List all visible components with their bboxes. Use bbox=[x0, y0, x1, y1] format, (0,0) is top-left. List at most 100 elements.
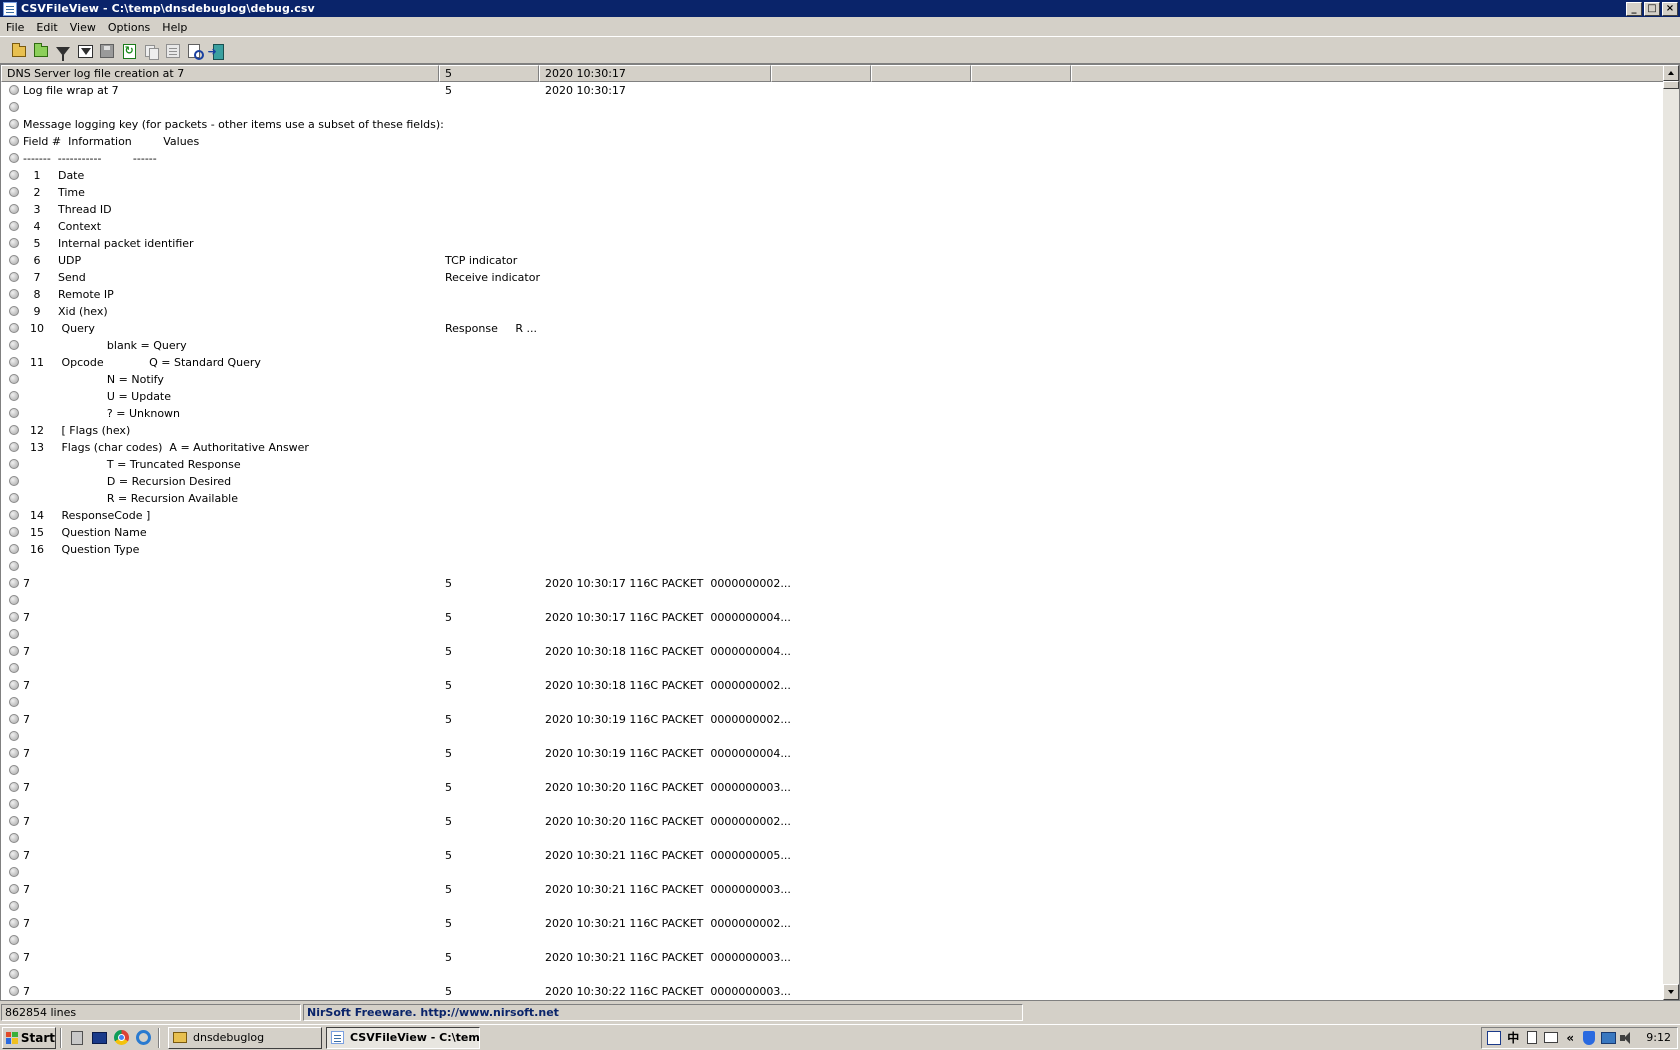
vertical-scrollbar[interactable] bbox=[1663, 65, 1679, 1000]
table-row[interactable]: ------- ----------- ------ bbox=[1, 150, 1665, 167]
table-row[interactable]: 1 Date bbox=[1, 167, 1665, 184]
start-button[interactable]: Start bbox=[2, 1026, 56, 1049]
table-row[interactable]: 7 5 2020 10:30:20 116C PACKET 0000000003..… bbox=[1, 779, 1665, 796]
column-header-2[interactable]: 5 bbox=[439, 65, 539, 82]
table-row[interactable]: 13 Flags (char codes) A = Authoritative … bbox=[1, 439, 1665, 456]
scroll-up-button[interactable] bbox=[1663, 65, 1679, 81]
menu-help[interactable]: Help bbox=[156, 18, 193, 37]
open-file-button[interactable] bbox=[8, 41, 30, 62]
table-row[interactable]: 7 5 2020 10:30:17 116C PACKET 0000000002..… bbox=[1, 575, 1665, 592]
properties-button[interactable] bbox=[162, 41, 184, 62]
table-row[interactable]: 7 5 2020 10:30:18 116C PACKET 0000000002..… bbox=[1, 677, 1665, 694]
table-row[interactable]: Message logging key (for packets - other… bbox=[1, 116, 1665, 133]
keyboard-icon[interactable] bbox=[1543, 1030, 1559, 1046]
table-row[interactable]: U = Update bbox=[1, 388, 1665, 405]
table-row[interactable]: 11 Opcode Q = Standard Query bbox=[1, 354, 1665, 371]
table-row[interactable]: D = Recursion Desired bbox=[1, 473, 1665, 490]
volume-icon[interactable] bbox=[1619, 1030, 1635, 1046]
column-header-4[interactable] bbox=[771, 65, 871, 82]
table-row[interactable]: 7 5 2020 10:30:17 116C PACKET 0000000004..… bbox=[1, 609, 1665, 626]
table-row[interactable] bbox=[1, 558, 1665, 575]
column-header-6[interactable] bbox=[971, 65, 1071, 82]
table-row[interactable]: 4 Context bbox=[1, 218, 1665, 235]
table-row[interactable] bbox=[1, 796, 1665, 813]
table-row[interactable]: N = Notify bbox=[1, 371, 1665, 388]
advanced-filter-button[interactable] bbox=[74, 41, 96, 62]
table-row[interactable]: 7 5 2020 10:30:19 116C PACKET 0000000002..… bbox=[1, 711, 1665, 728]
task-button-dnsdebuglog[interactable]: dnsdebuglog bbox=[168, 1026, 322, 1049]
menu-options[interactable]: Options bbox=[102, 18, 156, 37]
table-row[interactable]: 2 Time bbox=[1, 184, 1665, 201]
quicklaunch-powershell[interactable] bbox=[90, 1029, 108, 1047]
table-row[interactable]: R = Recursion Available bbox=[1, 490, 1665, 507]
table-row[interactable]: 7 5 2020 10:30:22 116C PACKET 0000000003..… bbox=[1, 983, 1665, 1000]
maximize-button[interactable]: □ bbox=[1644, 1, 1660, 16]
ime-mode-icon[interactable] bbox=[1524, 1030, 1540, 1046]
table-row[interactable]: 14 ResponseCode ] bbox=[1, 507, 1665, 524]
column-header-3[interactable]: 2020 10:30:17 bbox=[539, 65, 771, 82]
scroll-down-button[interactable] bbox=[1663, 984, 1679, 1000]
table-row[interactable]: 7 5 2020 10:30:19 116C PACKET 0000000004..… bbox=[1, 745, 1665, 762]
exit-button[interactable] bbox=[206, 41, 228, 62]
table-row[interactable]: ? = Unknown bbox=[1, 405, 1665, 422]
csvfileview-icon[interactable] bbox=[3, 1, 17, 16]
table-row[interactable] bbox=[1, 694, 1665, 711]
quicklaunch-chrome[interactable] bbox=[112, 1029, 130, 1047]
table-row[interactable] bbox=[1, 932, 1665, 949]
table-row[interactable] bbox=[1, 660, 1665, 677]
table-row[interactable]: 7 5 2020 10:30:18 116C PACKET 0000000004..… bbox=[1, 643, 1665, 660]
table-row[interactable]: Log file wrap at 7 5 2020 10:30:17 bbox=[1, 82, 1665, 99]
csv-list-view[interactable]: DNS Server log file creation at 7 5 2020… bbox=[0, 64, 1680, 1001]
table-row[interactable]: 12 [ Flags (hex) bbox=[1, 422, 1665, 439]
table-row[interactable] bbox=[1, 966, 1665, 983]
clock[interactable]: 9:12 bbox=[1646, 1031, 1671, 1044]
table-row[interactable] bbox=[1, 728, 1665, 745]
table-row[interactable]: 7 5 2020 10:30:21 116C PACKET 0000000002..… bbox=[1, 915, 1665, 932]
copy-button[interactable] bbox=[140, 41, 162, 62]
filter-button[interactable] bbox=[52, 41, 74, 62]
find-button[interactable] bbox=[184, 41, 206, 62]
column-header-7[interactable] bbox=[1071, 65, 1665, 82]
menu-view[interactable]: View bbox=[64, 18, 102, 37]
table-row[interactable]: 7 5 2020 10:30:21 116C PACKET 0000000003..… bbox=[1, 881, 1665, 898]
table-row[interactable] bbox=[1, 864, 1665, 881]
ime-icon[interactable] bbox=[1486, 1030, 1502, 1046]
scroll-thumb[interactable] bbox=[1663, 81, 1679, 89]
table-row[interactable]: 9 Xid (hex) bbox=[1, 303, 1665, 320]
table-row[interactable] bbox=[1, 898, 1665, 915]
table-row[interactable] bbox=[1, 830, 1665, 847]
table-row[interactable]: 7 5 2020 10:30:21 116C PACKET 0000000005..… bbox=[1, 847, 1665, 864]
menu-edit[interactable]: Edit bbox=[30, 18, 63, 37]
table-row[interactable] bbox=[1, 626, 1665, 643]
refresh-button[interactable] bbox=[118, 41, 140, 62]
table-row[interactable]: T = Truncated Response bbox=[1, 456, 1665, 473]
table-row[interactable]: blank = Query bbox=[1, 337, 1665, 354]
quicklaunch-ie[interactable] bbox=[134, 1029, 152, 1047]
table-row[interactable]: 15 Question Name bbox=[1, 524, 1665, 541]
table-row[interactable]: 7 Send Receive indicator bbox=[1, 269, 1665, 286]
table-row[interactable]: 5 Internal packet identifier bbox=[1, 235, 1665, 252]
table-row[interactable]: 8 Remote IP bbox=[1, 286, 1665, 303]
close-button[interactable]: × bbox=[1662, 1, 1678, 16]
table-row[interactable]: 7 5 2020 10:30:21 116C PACKET 0000000003..… bbox=[1, 949, 1665, 966]
table-row[interactable]: 3 Thread ID bbox=[1, 201, 1665, 218]
table-row[interactable]: 6 UDP TCP indicator bbox=[1, 252, 1665, 269]
network-icon[interactable] bbox=[1600, 1030, 1616, 1046]
table-row[interactable]: Field # Information Values bbox=[1, 133, 1665, 150]
table-row[interactable] bbox=[1, 99, 1665, 116]
column-header-5[interactable] bbox=[871, 65, 971, 82]
menu-file[interactable]: File bbox=[0, 18, 30, 37]
table-row[interactable]: 10 Query Response R ... bbox=[1, 320, 1665, 337]
quicklaunch-server-manager[interactable] bbox=[68, 1029, 86, 1047]
column-header-1[interactable]: DNS Server log file creation at 7 bbox=[1, 65, 439, 82]
table-row[interactable]: 7 5 2020 10:30:20 116C PACKET 0000000002..… bbox=[1, 813, 1665, 830]
language-indicator[interactable]: 中 bbox=[1505, 1030, 1521, 1046]
nirsoft-link[interactable]: NirSoft Freeware. http://www.nirsoft.net bbox=[303, 1003, 1023, 1021]
minimize-button[interactable]: _ bbox=[1626, 1, 1642, 16]
show-hidden-icons-chevron-icon[interactable]: « bbox=[1562, 1030, 1578, 1046]
task-button-csvfileview[interactable]: CSVFileView - C:\tem... bbox=[326, 1026, 480, 1049]
table-row[interactable] bbox=[1, 592, 1665, 609]
open-folder-button[interactable] bbox=[30, 41, 52, 62]
title-bar[interactable]: CSVFileView - C:\temp\dnsdebuglog\debug.… bbox=[0, 0, 1680, 17]
table-row[interactable] bbox=[1, 762, 1665, 779]
